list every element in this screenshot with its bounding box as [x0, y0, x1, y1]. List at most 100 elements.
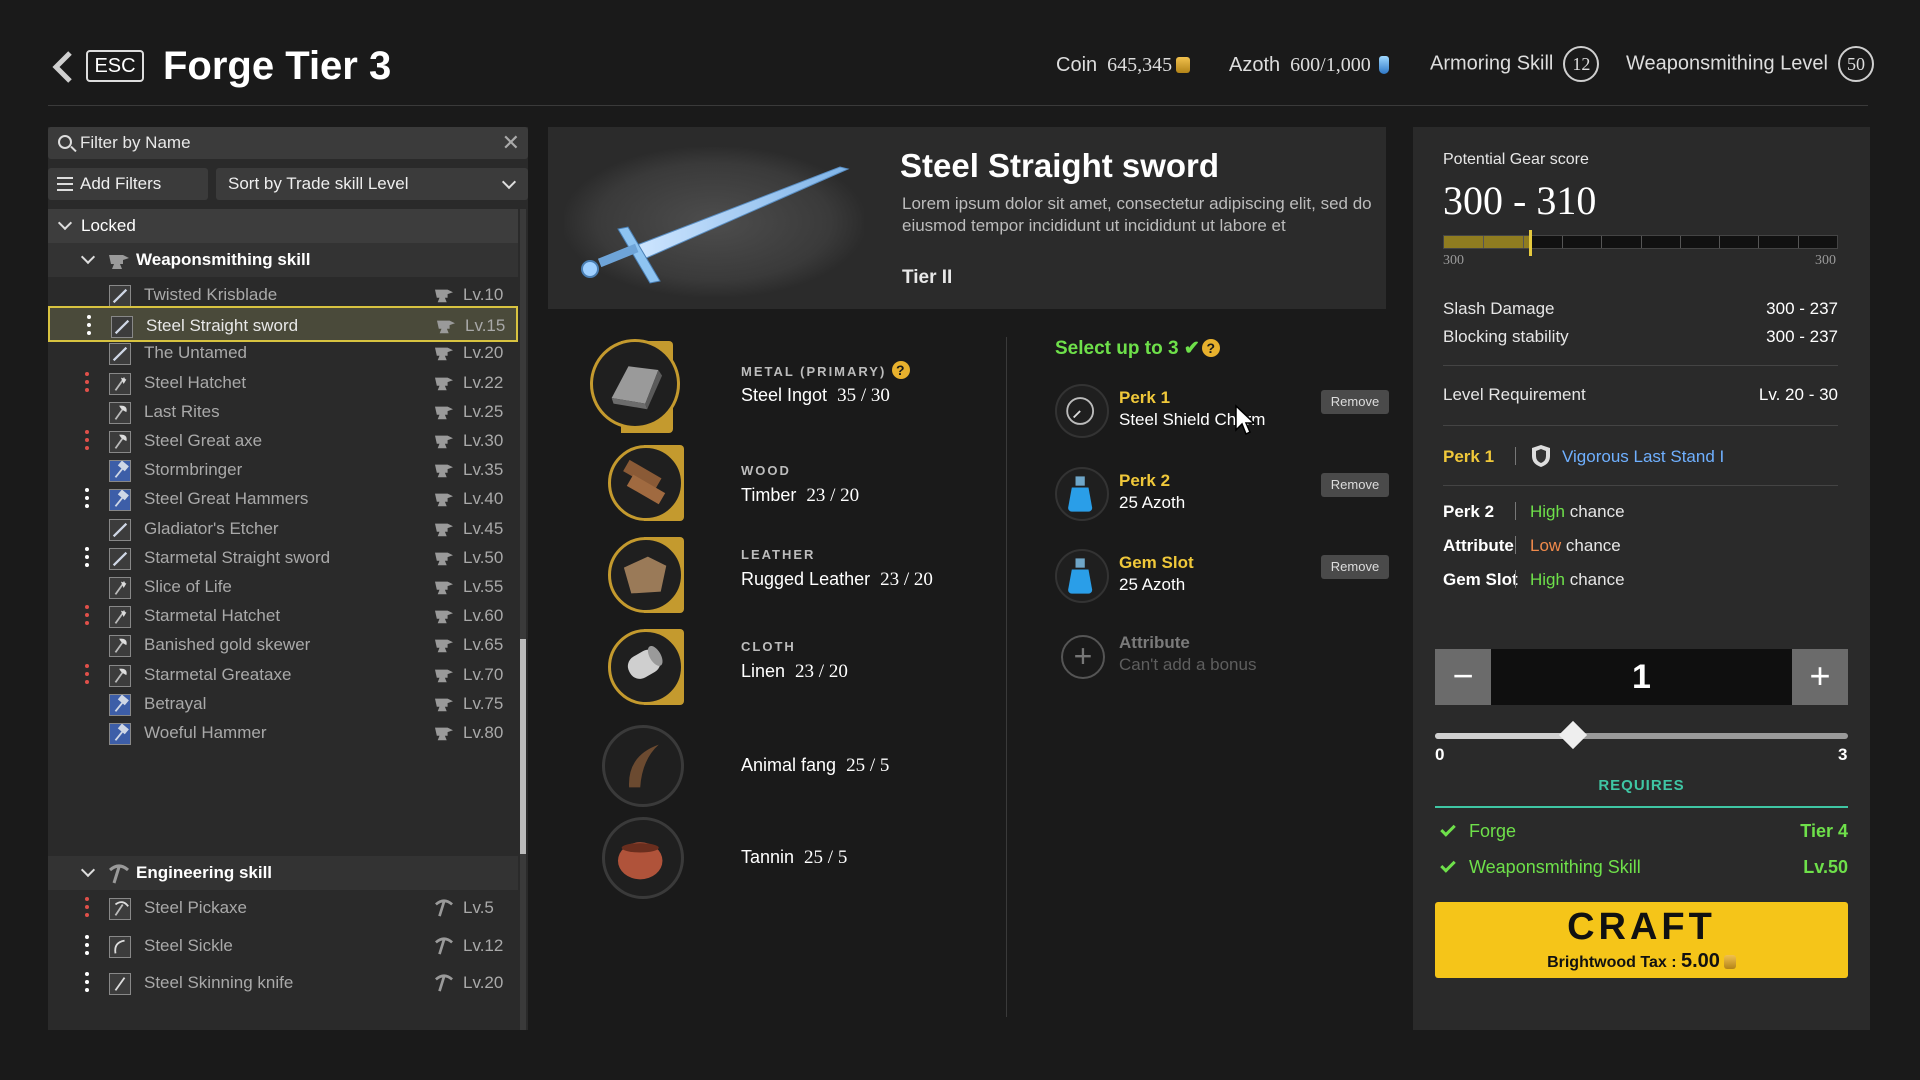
material-category: WOOD: [741, 463, 791, 478]
recipe-level: Lv.12: [463, 935, 504, 955]
gem-slot[interactable]: Gem Slot 25 Azoth Remove: [1055, 549, 1389, 609]
gear-score-marker: [1529, 230, 1533, 256]
weaponsmithing-group-header[interactable]: Weaponsmithing skill: [48, 243, 518, 277]
requirement-weaponsmithing: Weaponsmithing Skill Lv.50: [1435, 857, 1848, 878]
add-icon: +: [1061, 635, 1105, 679]
material-slot-tannin[interactable]: Tannin 25 / 5: [548, 817, 988, 907]
recipe-row[interactable]: Woeful Hammer Lv.80: [48, 715, 518, 751]
material-name: Rugged Leather 23 / 20: [741, 569, 933, 590]
remove-perk-button[interactable]: Remove: [1321, 390, 1389, 414]
hatchet-icon: [109, 372, 131, 395]
gear-score-bar-segment: [1522, 236, 1524, 248]
steel-ingot-icon: [590, 339, 680, 429]
filter-by-name-input[interactable]: [80, 127, 480, 159]
more-options-icon[interactable]: [85, 371, 89, 394]
perk-slot-2[interactable]: Perk 2 25 Azoth Remove: [1055, 467, 1389, 527]
weaponsmithing-anvil-icon: [435, 377, 453, 390]
engineering-group-header[interactable]: Engineering skill: [48, 856, 518, 890]
more-options-icon[interactable]: [85, 897, 89, 919]
help-icon[interactable]: ?: [1201, 339, 1220, 357]
axe-icon: [109, 635, 131, 658]
chevron-down-icon: [57, 215, 73, 231]
steel-sword-image: [581, 166, 850, 284]
recipe-row[interactable]: Steel Pickaxe Lv.5: [48, 890, 518, 926]
armoring-skill-stat: Armoring Skill 12: [1430, 46, 1600, 82]
perk-subtitle: 25 Azoth: [1119, 575, 1186, 594]
material-name: Animal fang 25 / 5: [741, 755, 890, 776]
help-icon[interactable]: ?: [892, 361, 911, 379]
mouse-cursor-icon: [1235, 404, 1256, 436]
material-slot-animal-fang[interactable]: Animal fang 25 / 5: [548, 725, 988, 815]
more-options-icon[interactable]: [85, 488, 89, 510]
sickle-icon: [109, 935, 131, 958]
esc-button[interactable]: ESC: [86, 50, 144, 82]
more-options-icon[interactable]: [85, 430, 89, 452]
material-category: METAL (PRIMARY)?: [741, 361, 911, 379]
azoth-flask-icon: [1055, 549, 1109, 603]
more-options-icon[interactable]: [85, 972, 89, 994]
more-options-icon[interactable]: [85, 605, 89, 627]
quantity-slider[interactable]: [1435, 720, 1848, 750]
weaponsmithing-anvil-icon: [435, 435, 453, 449]
perk1-value: Vigorous Last Stand I: [1562, 447, 1725, 466]
gear-score-min: 300: [1443, 253, 1464, 268]
back-chevron-icon[interactable]: [48, 50, 78, 84]
weaponsmithing-anvil-icon: [435, 523, 453, 536]
weaponsmithing-anvil-icon: [435, 493, 453, 507]
coin-label: Coin: [1056, 54, 1098, 76]
knife-icon: [109, 973, 131, 995]
requirement-forge: Forge Tier 4: [1435, 821, 1848, 842]
gear-score-bar-segment: [1601, 236, 1603, 248]
decrease-quantity-button[interactable]: −: [1435, 649, 1491, 705]
weaponsmithing-anvil-icon: [435, 347, 453, 361]
coin-icon: [1723, 955, 1736, 969]
hammer-icon: [109, 693, 131, 716]
material-slot-wood[interactable]: 2 WOOD Timber23 / 20: [548, 443, 988, 533]
locked-label: Locked: [81, 216, 136, 235]
material-slot-cloth[interactable]: 1 CLOTH Linen23 / 20: [548, 627, 988, 717]
more-options-icon[interactable]: [87, 315, 91, 337]
recipe-row[interactable]: Steel Skinning knife Lv.20: [48, 965, 518, 1001]
blocking-stability-row: Blocking stability 300 - 237: [1443, 327, 1838, 346]
quantity-slider-knob[interactable]: [1558, 720, 1587, 750]
add-filters-button[interactable]: Add Filters: [48, 168, 208, 200]
more-options-icon[interactable]: [85, 663, 89, 686]
item-detail-panel: Steel Straight sword Lorem ipsum dolor s…: [548, 127, 1389, 1030]
recipe-level: Lv.5: [463, 898, 494, 917]
material-slot-leather[interactable]: 4 LEATHER Rugged Leather23 / 20: [548, 535, 988, 625]
increase-quantity-button[interactable]: +: [1792, 649, 1848, 705]
divider: [1443, 485, 1838, 486]
clear-filter-icon[interactable]: ✕: [502, 130, 520, 156]
weaponsmithing-level-stat: Weaponsmithing Level 50: [1626, 46, 1874, 82]
sort-dropdown[interactable]: Sort by Trade skill Level: [216, 168, 528, 200]
azoth-stat: Azoth 600/1,000: [1229, 54, 1389, 77]
perk-slot-1[interactable]: Perk 1 Steel Shield Charm Remove: [1055, 384, 1389, 444]
more-options-icon[interactable]: [85, 546, 89, 569]
remove-perk-button[interactable]: Remove: [1321, 555, 1389, 579]
engineering-pickaxe-icon: [109, 864, 129, 884]
recipe-row[interactable]: Steel Sickle Lv.12: [48, 928, 518, 964]
engineering-pickaxe-icon: [435, 899, 453, 917]
weaponsmithing-anvil-icon: [437, 320, 455, 334]
craft-button[interactable]: CRAFT Brightwood Tax : 5.00: [1435, 902, 1848, 978]
gear-score-bar-segment: [1640, 236, 1642, 248]
scrollbar-thumb[interactable]: [520, 639, 526, 854]
gear-score-bar-segment: [1561, 236, 1563, 248]
divider: [1443, 365, 1838, 366]
quantity-value[interactable]: 1: [1491, 649, 1792, 705]
gear-score-bar-segment: [1483, 236, 1485, 248]
locked-section-header[interactable]: Locked: [48, 209, 518, 243]
material-slot-metal[interactable]: 2 METAL (PRIMARY)? Steel Ingot35 / 30: [548, 337, 988, 433]
requires-title: REQUIRES: [1598, 777, 1685, 794]
remove-perk-button[interactable]: Remove: [1321, 473, 1389, 497]
sort-dropdown-label: Sort by Trade skill Level: [228, 174, 409, 193]
recipe-level: Lv.20: [463, 973, 504, 992]
more-options-icon[interactable]: [85, 934, 89, 957]
hammer-icon: [109, 489, 131, 512]
gear-score-bar-segment: [1758, 236, 1760, 248]
recipe-name: Steel Pickaxe: [144, 898, 247, 917]
recipe-list-scrollbar[interactable]: [520, 209, 526, 1030]
weaponsmithing-group-label: Weaponsmithing skill: [136, 250, 311, 269]
timber-icon: [608, 445, 684, 521]
page-title: Forge Tier 3: [163, 44, 392, 88]
